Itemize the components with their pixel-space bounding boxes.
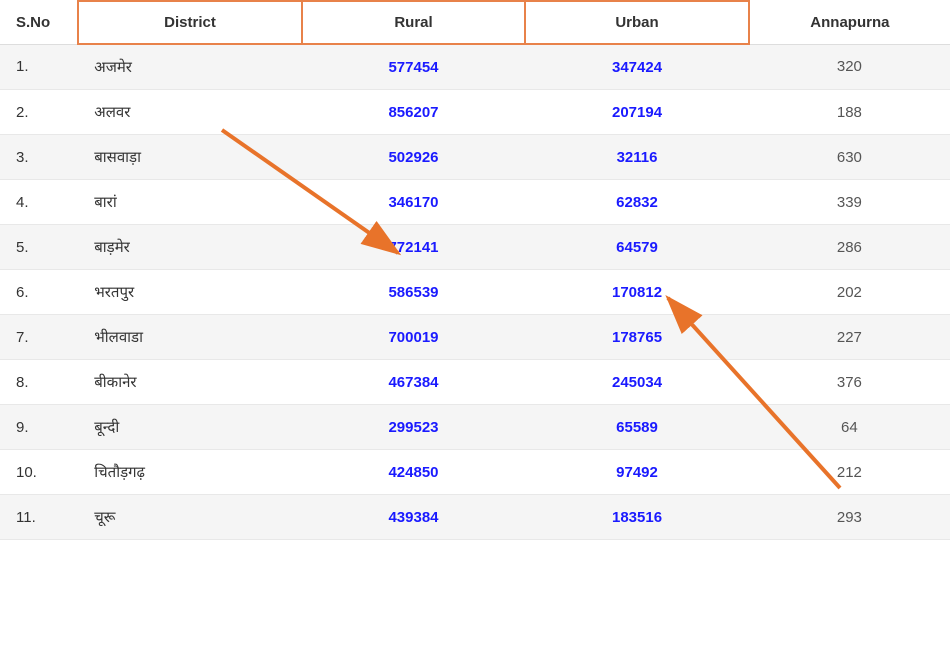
rural-cell: 502926 [302, 135, 526, 180]
urban-cell: 65589 [525, 405, 749, 450]
sno-cell: 4. [0, 180, 78, 225]
table-header-row: S.No District Rural Urban Annapurna [0, 1, 950, 44]
district-cell: बाड़मेर [78, 225, 302, 270]
urban-cell: 64579 [525, 225, 749, 270]
table-row: 9.बून्दी2995236558964 [0, 405, 950, 450]
annapurna-cell: 188 [749, 90, 950, 135]
urban-cell: 183516 [525, 495, 749, 540]
rural-cell: 439384 [302, 495, 526, 540]
district-cell: चितौड़गढ़ [78, 450, 302, 495]
annapurna-cell: 227 [749, 315, 950, 360]
table-row: 7.भीलवाडा700019178765227 [0, 315, 950, 360]
annapurna-cell: 339 [749, 180, 950, 225]
sno-cell: 9. [0, 405, 78, 450]
district-cell: भरतपुर [78, 270, 302, 315]
sno-cell: 11. [0, 495, 78, 540]
annapurna-cell: 286 [749, 225, 950, 270]
table-row: 4.बारां34617062832339 [0, 180, 950, 225]
rural-cell: 424850 [302, 450, 526, 495]
district-cell: बीकानेर [78, 360, 302, 405]
table-row: 5.बाड़मेर77214164579286 [0, 225, 950, 270]
sno-cell: 3. [0, 135, 78, 180]
table-row: 8.बीकानेर467384245034376 [0, 360, 950, 405]
urban-cell: 170812 [525, 270, 749, 315]
rural-cell: 299523 [302, 405, 526, 450]
district-cell: बारां [78, 180, 302, 225]
urban-cell: 62832 [525, 180, 749, 225]
rural-cell: 586539 [302, 270, 526, 315]
urban-cell: 32116 [525, 135, 749, 180]
rural-cell: 772141 [302, 225, 526, 270]
district-cell: बासवाड़ा [78, 135, 302, 180]
sno-header: S.No [0, 1, 78, 44]
urban-header: Urban [525, 1, 749, 44]
annapurna-cell: 293 [749, 495, 950, 540]
annapurna-cell: 212 [749, 450, 950, 495]
annapurna-header: Annapurna [749, 1, 950, 44]
district-cell: अजमेर [78, 44, 302, 90]
table-row: 1.अजमेर577454347424320 [0, 44, 950, 90]
rural-cell: 467384 [302, 360, 526, 405]
rural-cell: 346170 [302, 180, 526, 225]
urban-cell: 178765 [525, 315, 749, 360]
urban-cell: 245034 [525, 360, 749, 405]
rural-cell: 577454 [302, 44, 526, 90]
rural-cell: 700019 [302, 315, 526, 360]
annapurna-cell: 320 [749, 44, 950, 90]
sno-cell: 5. [0, 225, 78, 270]
sno-cell: 10. [0, 450, 78, 495]
sno-cell: 1. [0, 44, 78, 90]
district-header: District [78, 1, 302, 44]
rural-header: Rural [302, 1, 526, 44]
annapurna-cell: 202 [749, 270, 950, 315]
rural-cell: 856207 [302, 90, 526, 135]
table-row: 6.भरतपुर586539170812202 [0, 270, 950, 315]
district-cell: भीलवाडा [78, 315, 302, 360]
urban-cell: 207194 [525, 90, 749, 135]
sno-cell: 6. [0, 270, 78, 315]
table-row: 10.चितौड़गढ़42485097492212 [0, 450, 950, 495]
urban-cell: 97492 [525, 450, 749, 495]
district-cell: बून्दी [78, 405, 302, 450]
urban-cell: 347424 [525, 44, 749, 90]
sno-cell: 7. [0, 315, 78, 360]
annapurna-cell: 630 [749, 135, 950, 180]
table-row: 2.अलवर856207207194188 [0, 90, 950, 135]
annapurna-cell: 64 [749, 405, 950, 450]
data-table: S.No District Rural Urban Annapurna 1.अज… [0, 0, 950, 540]
district-cell: चूरू [78, 495, 302, 540]
sno-cell: 8. [0, 360, 78, 405]
annapurna-cell: 376 [749, 360, 950, 405]
table-row: 11.चूरू439384183516293 [0, 495, 950, 540]
table-row: 3.बासवाड़ा50292632116630 [0, 135, 950, 180]
district-cell: अलवर [78, 90, 302, 135]
sno-cell: 2. [0, 90, 78, 135]
